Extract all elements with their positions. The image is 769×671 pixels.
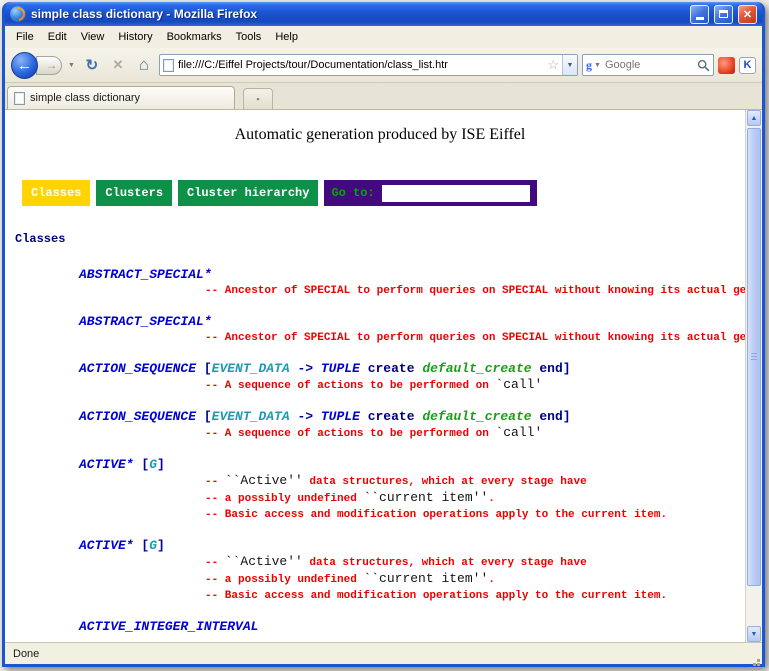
reload-button[interactable]: ↻ [81,54,103,76]
client-area: File Edit View History Bookmarks Tools H… [5,26,762,664]
class-entry: ACTIVE* [G]-- ``Active'' data structures… [15,537,745,604]
menu-edit[interactable]: Edit [41,28,74,46]
class-comment: -- Ancestor of SPECIAL to perform querie… [205,330,745,346]
menu-bookmarks[interactable]: Bookmarks [160,28,229,46]
url-dropdown-button[interactable]: ▼ [562,55,577,75]
window-title: simple class dictionary - Mozilla Firefo… [31,7,685,21]
class-title-link[interactable]: ABSTRACT_SPECIAL* [79,266,745,283]
back-button[interactable]: ← [11,52,38,79]
new-tab-button[interactable]: ▪ [243,88,273,109]
status-bar: Done [5,642,762,664]
class-entry: ACTION_SEQUENCE [EVENT_DATA -> TUPLE cre… [15,360,745,394]
menu-view[interactable]: View [74,28,112,46]
firefox-icon [10,6,26,22]
search-icon[interactable] [697,59,710,72]
class-title-link[interactable]: ACTIVE* [G] [79,456,745,473]
clusters-button[interactable]: Clusters [96,180,172,206]
forward-button[interactable]: → [36,56,62,75]
maximize-icon [719,10,728,18]
cluster-hierarchy-button[interactable]: Cluster hierarchy [178,180,318,206]
menu-file[interactable]: File [9,28,41,46]
class-title-link[interactable]: ABSTRACT_SPECIAL* [79,313,745,330]
class-title-link[interactable]: ACTIVE_INTEGER_INTERVAL [79,618,745,635]
page-nav-buttons: Classes Clusters Cluster hierarchy Go to… [22,180,745,206]
addon-icon-k[interactable]: K [739,57,756,74]
menu-history[interactable]: History [111,28,159,46]
url-input[interactable] [174,59,544,71]
browser-window: simple class dictionary - Mozilla Firefo… [2,2,765,667]
class-comment: -- Basic access and modification operati… [205,507,745,523]
class-comment: -- a possibly undefined ``current item''… [205,571,745,588]
bookmark-star-icon[interactable]: ☆ [544,57,562,73]
close-button[interactable]: ✕ [738,5,757,24]
tab-simple-class-dictionary[interactable]: simple class dictionary [7,86,235,109]
scroll-up-icon[interactable]: ▲ [747,110,761,126]
classes-button[interactable]: Classes [22,180,90,206]
menu-tools[interactable]: Tools [229,28,269,46]
navigation-toolbar: ← → ▼ ↻ ✕ ⌂ ☆ ▼ g ▼ K [5,48,762,83]
tab-label: simple class dictionary [30,92,140,104]
addon-icon-red[interactable] [718,57,735,74]
class-entry: ABSTRACT_SPECIAL*-- Ancestor of SPECIAL … [15,266,745,299]
status-text: Done [13,648,39,660]
scrollbar-thumb[interactable] [747,128,761,586]
goto-label: Go to: [331,186,374,200]
stop-button[interactable]: ✕ [107,54,129,76]
class-comment: -- ``Active'' data structures, which at … [205,473,745,490]
menu-help[interactable]: Help [268,28,305,46]
goto-input[interactable] [382,185,530,202]
page-viewport: Automatic generation produced by ISE Eif… [5,110,745,642]
search-input[interactable] [603,59,697,71]
class-entry: ABSTRACT_SPECIAL*-- Ancestor of SPECIAL … [15,313,745,346]
vertical-scrollbar[interactable]: ▲ ▼ [745,110,762,642]
history-dropdown-icon[interactable]: ▼ [66,62,77,69]
page-heading: Automatic generation produced by ISE Eif… [15,126,745,144]
content-area: Automatic generation produced by ISE Eif… [5,110,762,642]
search-engine-dropdown-icon[interactable]: ▼ [592,62,603,69]
scroll-down-icon[interactable]: ▼ [747,626,761,642]
home-button[interactable]: ⌂ [133,54,155,76]
goto-box: Go to: [324,180,536,206]
page-favicon [163,59,174,72]
class-comment: -- Ancestor of SPECIAL to perform querie… [205,283,745,299]
class-comment: -- Basic access and modification operati… [205,588,745,604]
minimize-icon [696,17,704,20]
tab-favicon [14,92,25,105]
section-title: Classes [15,232,745,246]
class-comment: -- ``Active'' data structures, which at … [205,554,745,571]
class-comment: -- a possibly undefined ``current item''… [205,490,745,507]
class-entry: ACTIVE* [G]-- ``Active'' data structures… [15,456,745,523]
resize-grip[interactable] [757,659,760,662]
class-title-link[interactable]: ACTION_SEQUENCE [EVENT_DATA -> TUPLE cre… [79,360,745,377]
class-comment: -- A sequence of actions to be performed… [205,377,745,394]
class-comment: -- A sequence of actions to be performed… [205,425,745,442]
search-bar[interactable]: g ▼ [582,54,714,76]
class-entry: ACTION_SEQUENCE [EVENT_DATA -> TUPLE cre… [15,408,745,442]
class-title-link[interactable]: ACTIVE* [G] [79,537,745,554]
class-title-link[interactable]: ACTION_SEQUENCE [EVENT_DATA -> TUPLE cre… [79,408,745,425]
address-bar[interactable]: ☆ ▼ [159,54,578,76]
class-entry: ACTIVE_INTEGER_INTERVAL [15,618,745,635]
tab-bar: simple class dictionary ▪ [5,83,762,110]
maximize-button[interactable] [714,5,733,24]
title-bar[interactable]: simple class dictionary - Mozilla Firefo… [5,2,762,26]
class-entries: ABSTRACT_SPECIAL*-- Ancestor of SPECIAL … [15,266,745,635]
menu-bar: File Edit View History Bookmarks Tools H… [5,26,762,48]
minimize-button[interactable] [690,5,709,24]
